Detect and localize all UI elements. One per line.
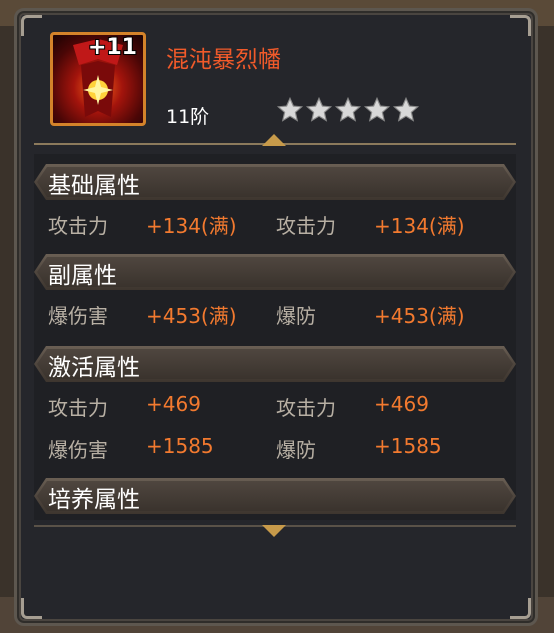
star-icon <box>392 96 420 122</box>
stat-label: 攻击力 <box>48 214 108 238</box>
stat-value: +134(满) <box>374 214 465 238</box>
stat-value: +453(满) <box>374 304 465 328</box>
stat-label: 爆防 <box>276 438 316 462</box>
section-title-sub: 副属性 <box>48 263 117 289</box>
attribute-list[interactable]: 基础属性 攻击力 +134(满) 攻击力 +134(满) 副属性 爆伤害 +45… <box>34 154 516 520</box>
panel-corner-ornament <box>21 15 42 36</box>
stat-label: 攻击力 <box>276 214 336 238</box>
item-enhance-level: +11 <box>87 35 137 60</box>
stat-label: 攻击力 <box>276 396 336 420</box>
star-icon <box>363 96 391 122</box>
item-name: 混沌暴烈幡 <box>166 47 281 73</box>
section-title-cultivate: 培养属性 <box>48 487 140 513</box>
stat-label: 爆伤害 <box>48 304 108 328</box>
star-icon <box>305 96 333 122</box>
stat-value: +469 <box>146 392 201 416</box>
panel-corner-ornament <box>21 598 42 619</box>
star-rating <box>276 96 420 124</box>
scroll-down-arrow-icon[interactable] <box>262 525 286 537</box>
star-icon <box>334 96 362 122</box>
panel-corner-ornament <box>510 598 531 619</box>
section-title-activate: 激活属性 <box>48 355 140 381</box>
stat-value: +1585 <box>146 434 214 458</box>
star-icon <box>276 96 304 122</box>
panel-corner-ornament <box>510 15 531 36</box>
banner-item-icon[interactable]: +11 <box>50 32 146 126</box>
stat-label: 爆防 <box>276 304 316 328</box>
item-tier: 11阶 <box>166 106 210 128</box>
stat-label: 攻击力 <box>48 396 108 420</box>
stat-value: +134(满) <box>146 214 237 238</box>
stat-label: 爆伤害 <box>48 438 108 462</box>
stat-value: +1585 <box>374 434 442 458</box>
stat-value: +469 <box>374 392 429 416</box>
stat-value: +453(满) <box>146 304 237 328</box>
section-title-basic: 基础属性 <box>48 173 140 199</box>
scroll-up-arrow-icon[interactable] <box>262 134 286 146</box>
